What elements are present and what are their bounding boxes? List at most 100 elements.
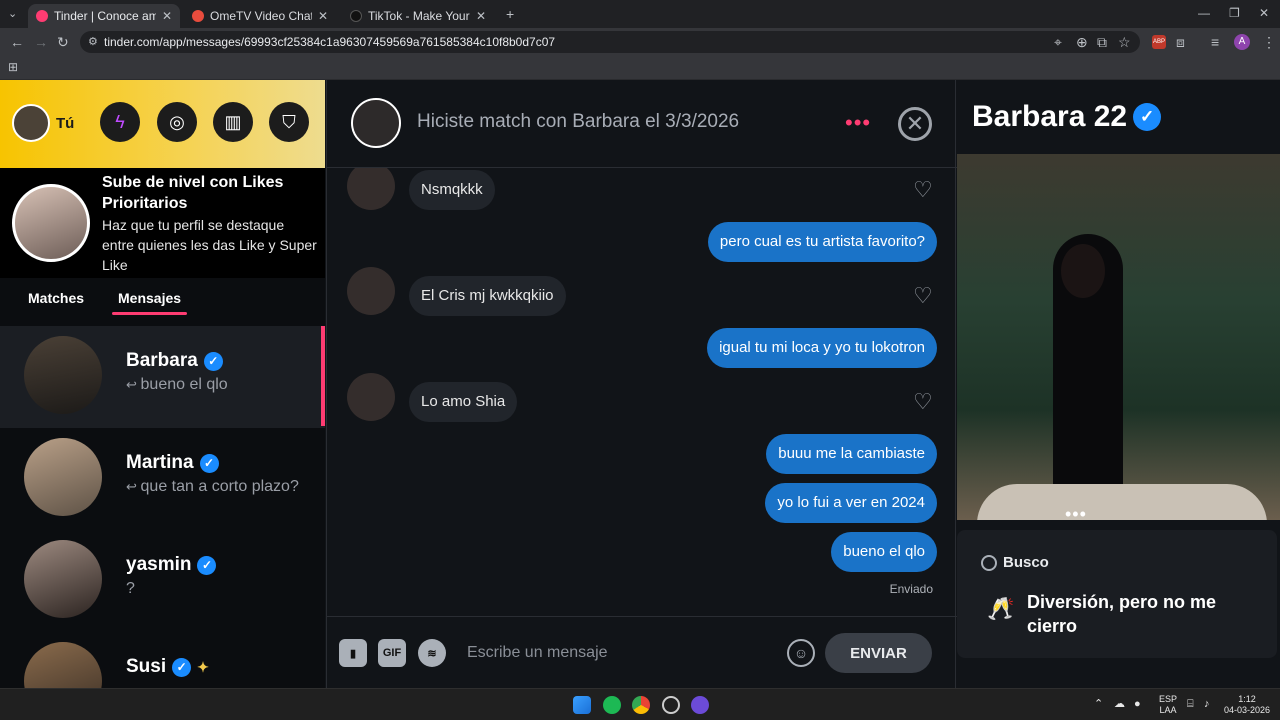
install-app-icon[interactable]: ⧉	[1097, 34, 1107, 51]
profile-panel: Barbara 22 ✓ ••• Busco 🥂 Diversión, pero …	[957, 80, 1280, 688]
match-avatar[interactable]	[351, 98, 401, 148]
close-tab-icon[interactable]: ✕	[476, 9, 486, 23]
tinder-app: Tú ϟ ◎ ▥ ⛉ Sube de nivel con Likes Prior…	[0, 80, 1280, 688]
adblock-extension-icon[interactable]: ABP	[1152, 35, 1166, 49]
conversation-name: yasmin	[126, 554, 192, 575]
safety-shield-icon[interactable]: ⛉	[269, 102, 309, 142]
tab-search-icon[interactable]: ⌄	[8, 7, 17, 20]
conversation-name: Martina	[126, 452, 194, 473]
chat-panel: Hiciste match con Barbara el 3/3/2026 ••…	[326, 80, 957, 688]
conversation-item-barbara[interactable]: Barbara ✓ ↩ bueno el qlo	[0, 326, 325, 428]
conversation-item-susi[interactable]: Susi ✓ ✦	[0, 632, 325, 688]
tab-mensajes[interactable]: Mensajes	[111, 290, 188, 315]
message-incoming: El Cris mj kwkkqkiio	[409, 276, 566, 316]
bookmarks-bar: ⊞	[0, 56, 1280, 80]
like-heart-icon[interactable]: ♡	[913, 389, 933, 415]
profile-photo[interactable]: •••	[957, 154, 1280, 520]
gif-button[interactable]: GIF	[378, 639, 406, 667]
extensions-icon[interactable]: ⧈	[1176, 34, 1185, 51]
apps-grid-icon[interactable]: ⊞	[8, 60, 18, 74]
menu-kebab-icon[interactable]: ⋮	[1262, 34, 1276, 51]
sender-avatar	[347, 373, 395, 421]
message-outgoing: yo lo fui a ver en 2024	[765, 483, 937, 523]
work-briefcase-icon[interactable]: ▥	[213, 102, 253, 142]
sidebar-tabs: Matches Mensajes	[0, 278, 325, 324]
like-heart-icon[interactable]: ♡	[913, 177, 933, 203]
zoom-icon[interactable]: ⊕	[1076, 34, 1088, 51]
network-icon[interactable]: ⌸	[1187, 699, 1194, 710]
reply-arrow-icon: ↩	[126, 479, 141, 494]
contact-card-icon[interactable]: ▮	[339, 639, 367, 667]
verified-badge-icon: ✓	[199, 453, 219, 473]
cheers-glasses-icon: 🥂	[987, 596, 1015, 621]
reply-arrow-icon: ↩	[126, 377, 141, 392]
profile-name-age: Barbara 22	[972, 100, 1128, 133]
assistant-taskbar-icon[interactable]	[691, 696, 709, 714]
tab-groups-icon[interactable]: ≡	[1211, 34, 1219, 50]
spotify-icon[interactable]: ≋	[418, 639, 446, 667]
avatar	[24, 336, 102, 414]
message-outgoing: igual tu mi loca y yo tu lokotron	[707, 328, 937, 368]
minimize-icon[interactable]: —	[1198, 6, 1210, 20]
priority-likes-promo[interactable]: Sube de nivel con Likes Prioritarios Haz…	[0, 168, 325, 278]
back-icon[interactable]: ←	[10, 34, 24, 50]
location-icon[interactable]: ⌖	[1054, 34, 1062, 51]
explore-compass-icon[interactable]: ◎	[157, 102, 197, 142]
my-profile-avatar[interactable]	[12, 104, 50, 142]
conversation-name: Barbara	[126, 350, 198, 371]
conversation-item-martina[interactable]: Martina ✓ ↩ que tan a corto plazo?	[0, 428, 325, 530]
window-close-icon[interactable]: ✕	[1259, 6, 1269, 20]
chrome-taskbar-icon[interactable]	[632, 696, 650, 714]
forward-icon[interactable]: →	[34, 34, 48, 50]
match-date-title: Hiciste match con Barbara el 3/3/2026	[417, 111, 740, 132]
close-tab-icon[interactable]: ✕	[162, 9, 172, 23]
tab-tiktok[interactable]: TikTok - Make Your Day ✕	[342, 4, 494, 28]
ometv-favicon-icon	[192, 10, 204, 22]
photo-pagination-dots[interactable]: •••	[1065, 504, 1087, 520]
more-options-icon[interactable]: •••	[845, 112, 871, 134]
message-incoming: Lo amo Shia	[409, 382, 518, 422]
close-chat-button[interactable]: ✕	[898, 107, 932, 141]
message-outgoing: bueno el qlo	[831, 532, 937, 572]
windows-start-icon[interactable]	[573, 696, 591, 714]
bookmark-star-icon[interactable]: ☆	[1118, 34, 1131, 51]
send-button[interactable]: ENVIAR	[825, 633, 932, 673]
chat-header: Hiciste match con Barbara el 3/3/2026 ••…	[327, 80, 957, 168]
keyboard-layout: LAA	[1159, 705, 1177, 715]
verified-badge-icon: ✓	[1133, 103, 1162, 131]
app-taskbar-icon[interactable]	[662, 696, 680, 714]
security-tray-icon[interactable]: ●	[1134, 699, 1141, 710]
my-profile-label[interactable]: Tú	[56, 115, 74, 132]
like-heart-icon[interactable]: ♡	[913, 283, 933, 309]
tab-matches[interactable]: Matches	[28, 290, 84, 306]
search-icon	[981, 554, 997, 571]
message-outgoing: buuu me la cambiaste	[766, 434, 937, 474]
url-input[interactable]: ⚙ tinder.com/app/messages/69993cf25384c1…	[80, 31, 1140, 53]
tray-chevron-icon[interactable]: ⌃	[1094, 699, 1103, 710]
clock[interactable]: 1:12 04-03-2026	[1222, 694, 1272, 716]
clock-date: 04-03-2026	[1223, 705, 1271, 715]
message-incoming: Nsmqkkk	[409, 170, 495, 210]
spotify-taskbar-icon[interactable]	[603, 696, 621, 714]
boost-bolt-icon[interactable]: ϟ	[100, 102, 140, 142]
close-tab-icon[interactable]: ✕	[318, 9, 328, 23]
sent-status: Enviado	[889, 582, 933, 596]
message-input[interactable]	[467, 635, 767, 671]
restore-icon[interactable]: ❐	[1229, 6, 1240, 20]
sidebar: Tú ϟ ◎ ▥ ⛉ Sube de nivel con Likes Prior…	[0, 80, 325, 688]
profile-avatar[interactable]: A	[1234, 34, 1250, 50]
site-info-icon[interactable]: ⚙	[88, 31, 98, 53]
conversation-item-yasmin[interactable]: yasmin ✓ ?	[0, 530, 325, 632]
tab-tinder[interactable]: Tinder | Conoce amigos y gente ✕	[28, 4, 180, 28]
tab-ometv[interactable]: OmeTV Video Chat — Ome ✕	[184, 4, 336, 28]
keyboard-language[interactable]: ESP	[1159, 694, 1177, 704]
emoji-icon[interactable]: ☺	[787, 639, 815, 667]
volume-icon[interactable]: ♪	[1204, 699, 1210, 710]
onedrive-icon[interactable]: ☁	[1114, 699, 1125, 710]
sender-avatar	[347, 168, 395, 210]
conversation-preview: ?	[126, 580, 135, 597]
avatar	[24, 642, 102, 688]
new-tab-button[interactable]: +	[506, 6, 514, 22]
browser-tab-strip: ⌄ Tinder | Conoce amigos y gente ✕ OmeTV…	[0, 0, 1280, 28]
reload-icon[interactable]: ↻	[57, 34, 69, 51]
